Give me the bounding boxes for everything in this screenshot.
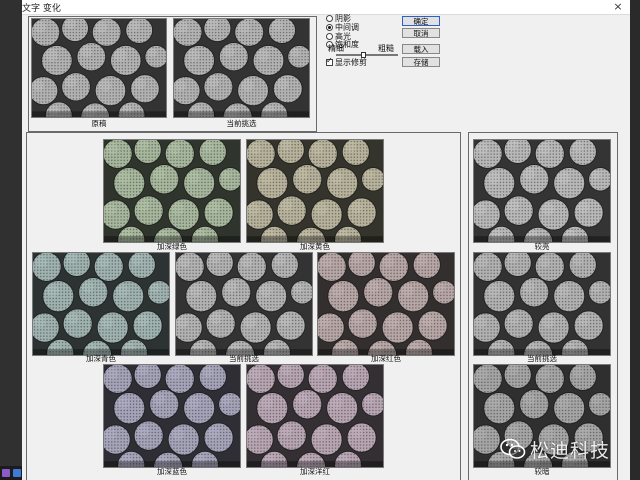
thumb-label: 当前挑选 bbox=[229, 354, 259, 363]
ok-button[interactable]: 确定 bbox=[402, 16, 440, 26]
thumb-label: 加深绿色 bbox=[157, 242, 187, 251]
taskbar-app-icon[interactable] bbox=[13, 469, 21, 477]
thumb-label: 原稿 bbox=[91, 119, 107, 128]
thumb-label: 加深洋红 bbox=[300, 467, 330, 476]
slider-coarse-label: 粗糙 bbox=[378, 44, 394, 53]
load-button[interactable]: 载入 bbox=[402, 44, 440, 54]
show-clipping-checkbox[interactable]: 显示修剪 bbox=[326, 56, 367, 68]
checkbox[interactable] bbox=[326, 56, 333, 66]
thumb-label: 加深青色 bbox=[86, 354, 116, 363]
watermark-text: 松迪科技 bbox=[530, 440, 611, 462]
thumb-more-yellow[interactable] bbox=[246, 139, 384, 243]
thumb-label: 加深红色 bbox=[371, 354, 401, 363]
radio-button[interactable] bbox=[326, 24, 333, 31]
radio-button[interactable] bbox=[326, 33, 333, 40]
dialog-title: 文字 变化 bbox=[22, 4, 61, 14]
taskbar bbox=[0, 466, 24, 480]
thumb-label: 较暗 bbox=[534, 467, 550, 476]
cancel-button[interactable]: 取消 bbox=[402, 28, 440, 38]
slider-fine-label: 精细 bbox=[328, 44, 344, 53]
amount-slider-track[interactable] bbox=[336, 54, 398, 56]
thumb-more-blue[interactable] bbox=[103, 364, 241, 468]
thumb-current-pick-brightness[interactable] bbox=[473, 252, 611, 356]
taskbar-app-icon[interactable] bbox=[2, 469, 10, 477]
radio-button[interactable] bbox=[326, 15, 333, 22]
thumb-label: 加深蓝色 bbox=[157, 467, 187, 476]
title-bar: 文字 变化 × bbox=[22, 0, 630, 15]
close-button[interactable]: × bbox=[608, 0, 628, 13]
thumb-label: 当前挑选 bbox=[527, 354, 557, 363]
variations-dialog: 文字 变化 × 原稿 当前挑选 阴影 中间调 高光 饱和度 精细 粗糙 显示修剪… bbox=[22, 0, 630, 480]
thumb-more-green[interactable] bbox=[103, 139, 241, 243]
thumb-current-pick[interactable] bbox=[173, 18, 310, 118]
thumb-original bbox=[31, 18, 167, 118]
photoshop-toolbar bbox=[0, 0, 24, 480]
wechat-icon bbox=[500, 438, 526, 459]
thumb-label: 当前挑选 bbox=[226, 119, 257, 128]
thumb-more-magenta[interactable] bbox=[246, 364, 384, 468]
thumb-more-cyan[interactable] bbox=[32, 252, 170, 356]
thumb-more-red[interactable] bbox=[317, 252, 455, 356]
thumb-lighter[interactable] bbox=[473, 139, 611, 243]
thumb-label: 加深黄色 bbox=[300, 242, 330, 251]
thumb-current-pick-center[interactable] bbox=[175, 252, 313, 356]
photoshop-right-panel bbox=[630, 0, 640, 480]
thumb-label: 较亮 bbox=[534, 242, 550, 251]
save-button[interactable]: 存储 bbox=[402, 57, 440, 67]
